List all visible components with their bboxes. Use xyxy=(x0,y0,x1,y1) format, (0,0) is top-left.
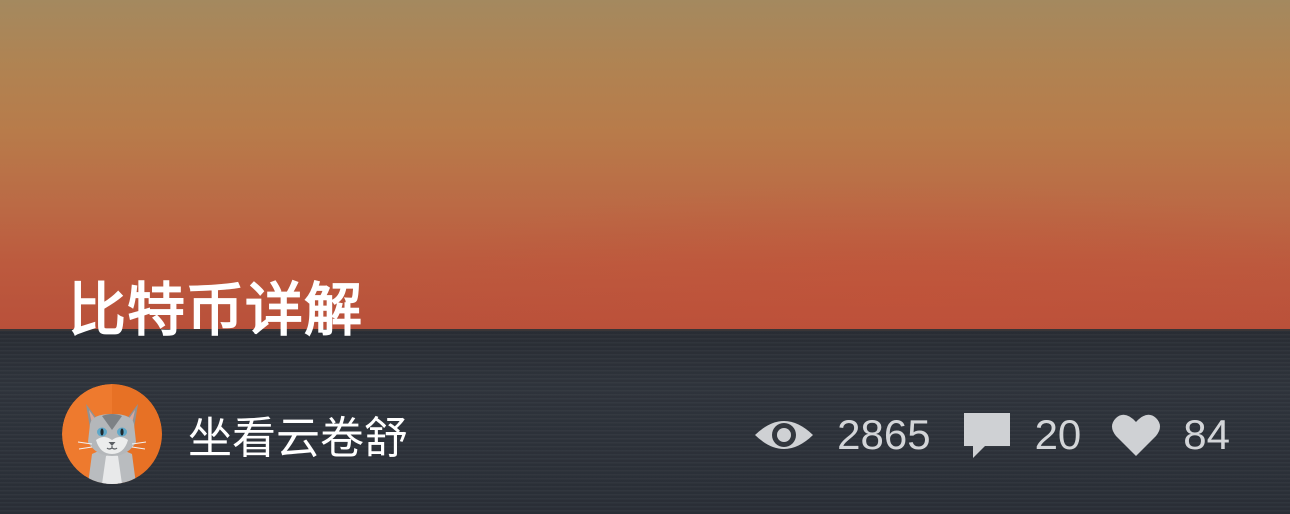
likes-count: 84 xyxy=(1183,411,1230,458)
author-info[interactable]: 坐看云卷舒 xyxy=(62,384,408,484)
eye-icon xyxy=(753,413,815,457)
post-title: 比特币详解 xyxy=(68,276,364,344)
cat-avatar-icon xyxy=(62,384,162,484)
comments-stat[interactable]: 20 xyxy=(961,410,1082,460)
likes-stat[interactable]: 84 xyxy=(1111,411,1230,459)
author-name[interactable]: 坐看云卷舒 xyxy=(188,402,408,466)
views-count: 2865 xyxy=(837,411,931,458)
comments-count: 20 xyxy=(1034,411,1082,458)
comment-icon xyxy=(961,410,1013,460)
views-stat: 2865 xyxy=(753,411,931,459)
post-header-banner[interactable]: 比特币详解 坐看云卷舒 2865 20 84 xyxy=(0,0,1290,514)
heart-icon xyxy=(1111,412,1161,458)
author-avatar[interactable] xyxy=(62,384,162,484)
post-stats: 2865 20 84 xyxy=(753,404,1230,466)
